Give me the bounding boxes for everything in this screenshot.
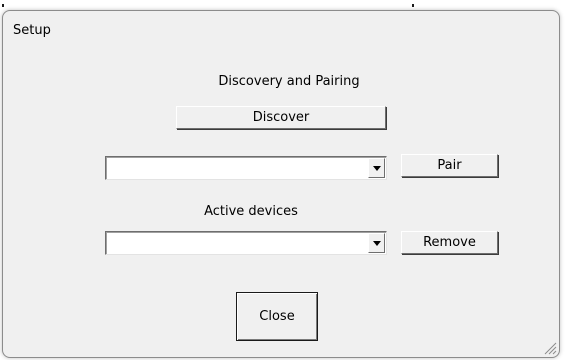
active-devices-heading: Active devices xyxy=(204,204,298,219)
window-title: Setup xyxy=(13,23,51,38)
active-devices-dropdown-button[interactable] xyxy=(368,233,385,253)
pair-button[interactable]: Pair xyxy=(401,154,498,177)
chevron-down-icon xyxy=(373,166,381,171)
resize-grip-icon[interactable] xyxy=(541,339,557,355)
title-bar[interactable]: Setup xyxy=(3,11,559,49)
close-button[interactable]: Close xyxy=(236,292,318,341)
found-devices-dropdown-button[interactable] xyxy=(368,158,385,178)
background-mark xyxy=(2,4,4,7)
discovery-heading: Discovery and Pairing xyxy=(218,74,360,89)
discover-button[interactable]: Discover xyxy=(176,106,386,129)
background-strip xyxy=(0,0,565,10)
setup-dialog: Setup Discovery and Pairing Discover Pai… xyxy=(2,10,560,358)
found-devices-dropdown[interactable] xyxy=(105,156,387,180)
background-mark xyxy=(412,4,414,7)
active-devices-dropdown[interactable] xyxy=(105,231,387,255)
chevron-down-icon xyxy=(373,241,381,246)
remove-button[interactable]: Remove xyxy=(401,231,498,254)
